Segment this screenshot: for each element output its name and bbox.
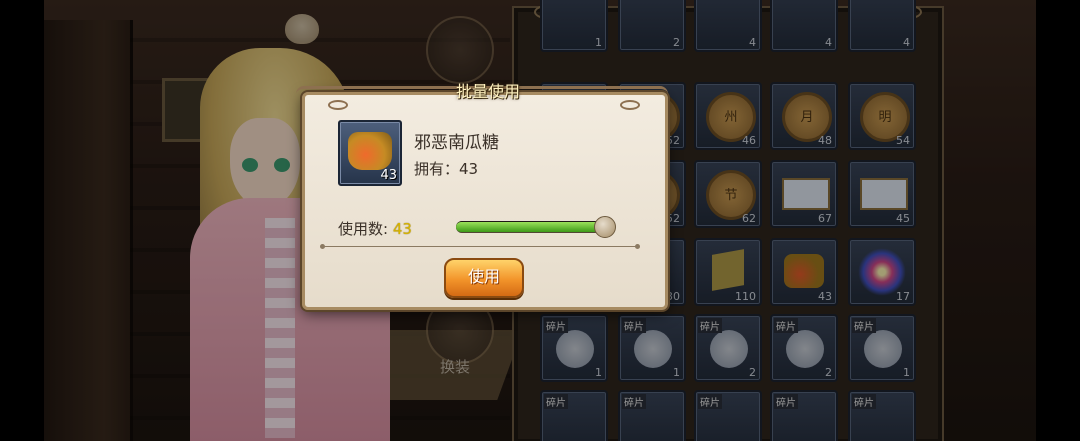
owned-row: 拥有：43 [414, 158, 478, 179]
use-count-value: 43 [392, 220, 412, 238]
slider-handle[interactable] [594, 216, 616, 238]
candy-basket-icon [348, 132, 392, 170]
game-scene: 换装 1 2 4 4 4 52 州 46 月 48 明 54 52 节 62 67 45… [0, 0, 1080, 441]
item-count: 43 [380, 168, 397, 183]
header-ornament-left [328, 100, 348, 110]
dialog-title: 批量使用 [455, 82, 520, 101]
use-button[interactable]: 使用 [444, 258, 524, 298]
owned-label: 拥有： [414, 160, 460, 178]
dialog-divider [320, 244, 640, 249]
divider-dot-right [635, 244, 640, 249]
item-icon: 43 [338, 120, 402, 186]
slider-fill [456, 222, 608, 232]
item-name: 邪恶南瓜糖 [414, 133, 499, 153]
header-ornament-right [620, 100, 640, 110]
use-count-row: 使用数: 43 [338, 218, 412, 239]
owned-value: 43 [459, 160, 479, 178]
quantity-slider[interactable] [456, 221, 608, 233]
use-count-label: 使用数: [338, 220, 389, 238]
divider-dot-left [320, 244, 325, 249]
